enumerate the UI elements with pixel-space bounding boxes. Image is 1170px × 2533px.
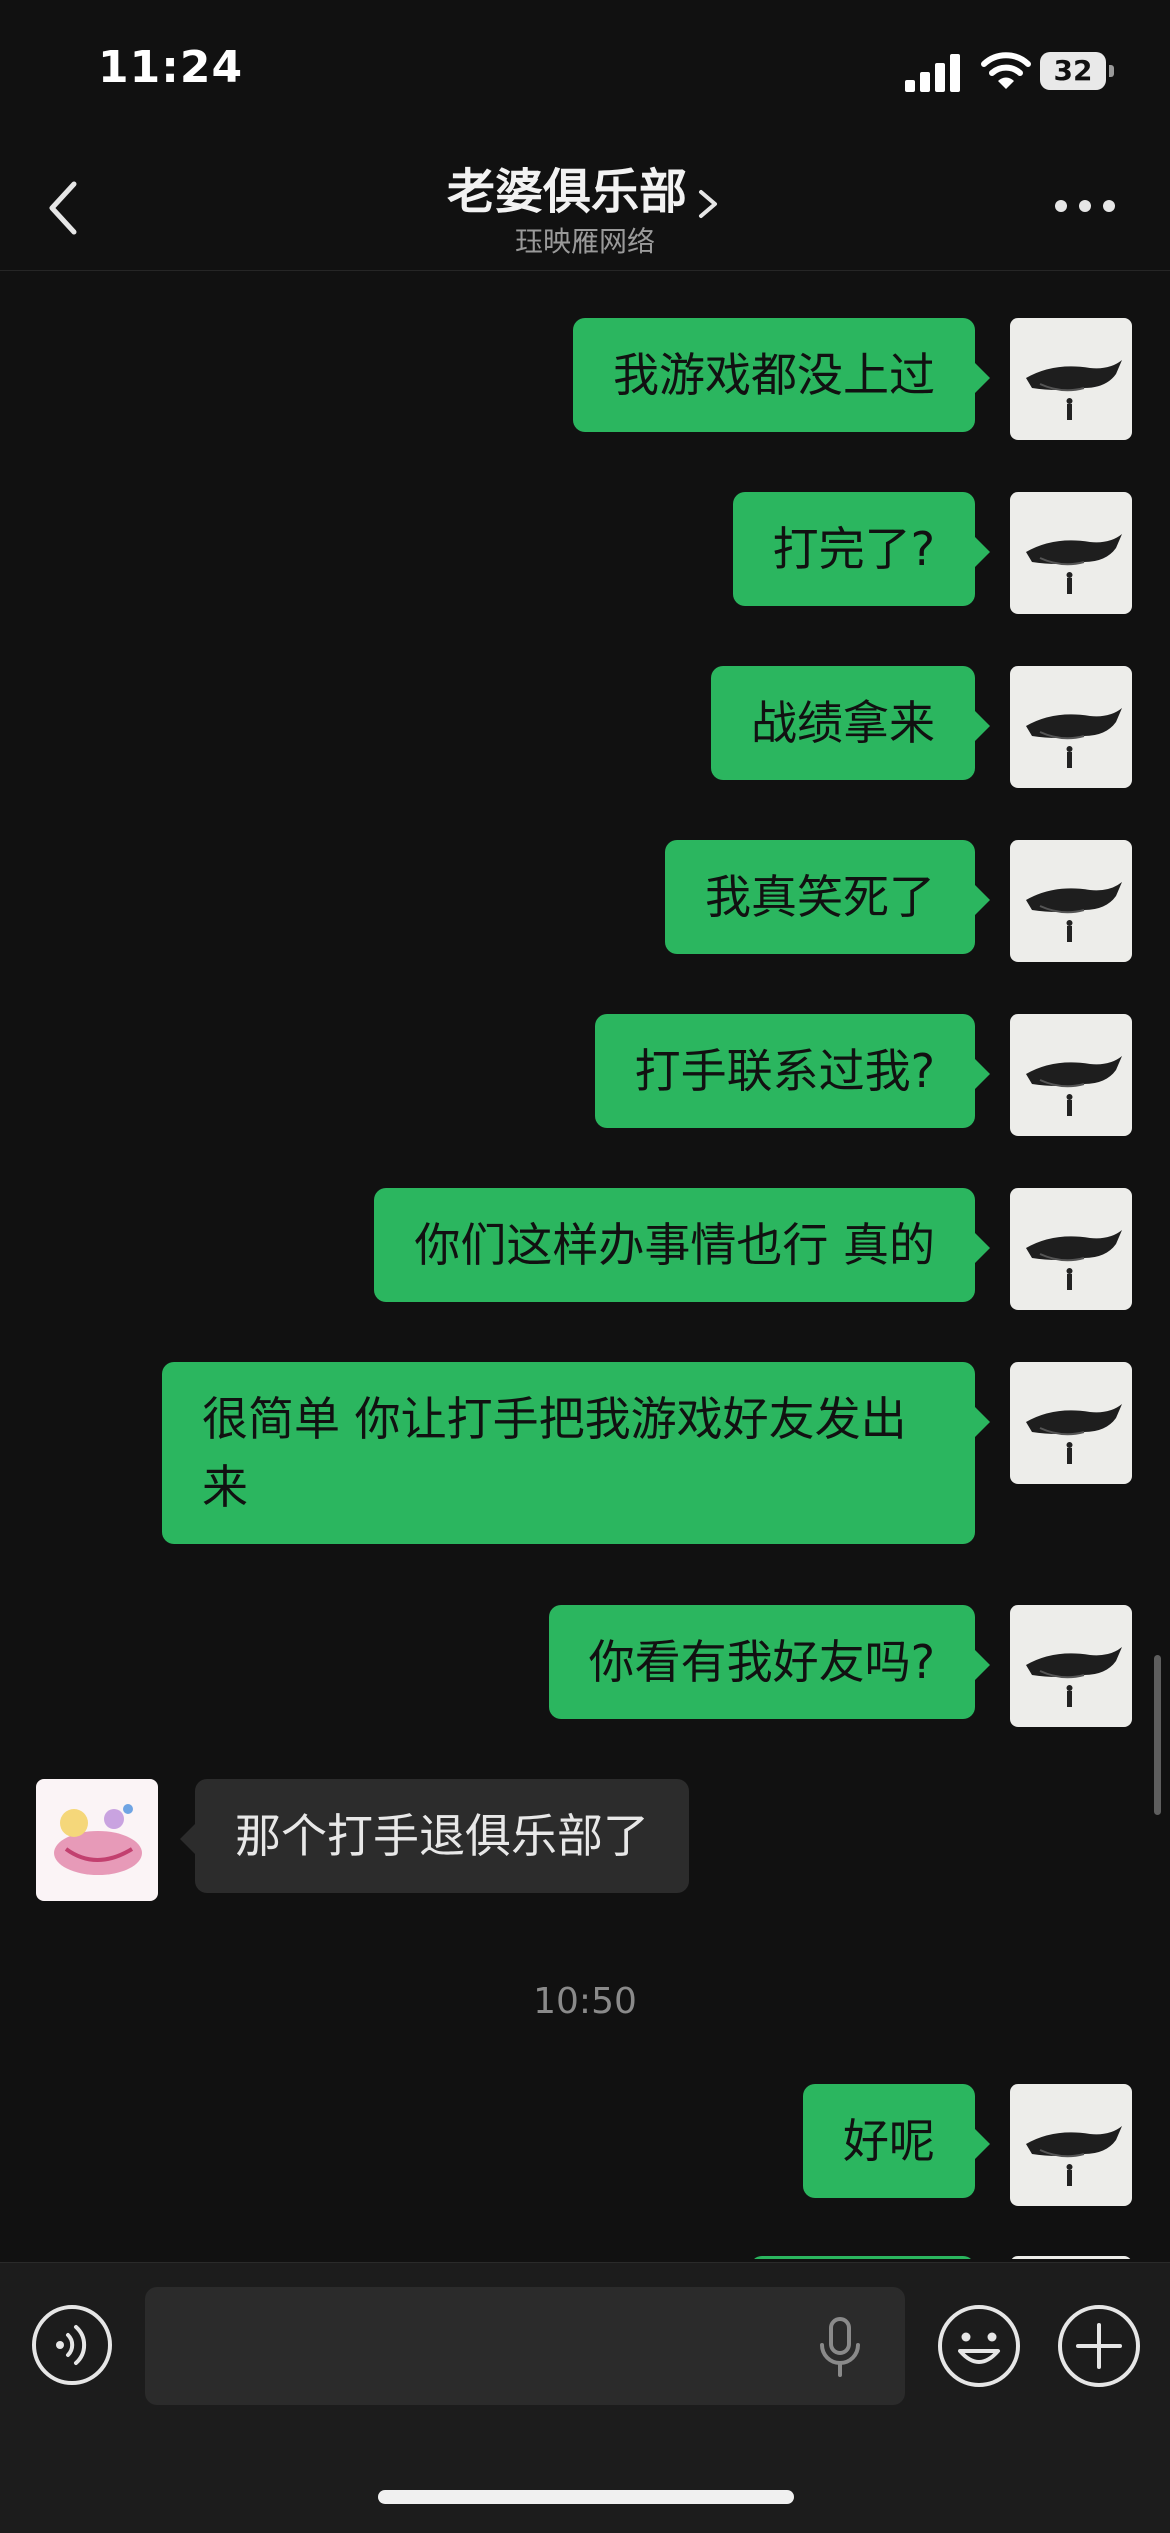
message-input[interactable] — [145, 2287, 905, 2405]
self-avatar[interactable] — [1010, 840, 1132, 962]
message-bubble[interactable]: 好呢 — [803, 2084, 990, 2198]
status-time: 11:24 — [98, 42, 244, 93]
self-avatar[interactable] — [1010, 1605, 1132, 1727]
battery-icon: 32 — [1040, 52, 1114, 90]
status-bar: 11:24 32 — [0, 0, 1170, 140]
microphone-icon[interactable] — [810, 2313, 870, 2383]
battery-level: 32 — [1040, 52, 1106, 90]
self-avatar[interactable] — [1010, 318, 1132, 440]
chevron-right-icon — [699, 189, 717, 218]
message-bubble[interactable]: 打完了? — [732, 492, 991, 606]
chat-title-group[interactable]: 老婆俱乐部 — [0, 152, 1170, 224]
ellipsis-icon[interactable] — [1055, 200, 1115, 216]
self-avatar[interactable] — [1010, 2084, 1132, 2206]
message-bubble[interactable]: 很简单 你让打手把我游戏好友发出来 — [162, 1362, 990, 1544]
message-bubble[interactable]: 战绩拿来 — [711, 666, 990, 780]
self-avatar[interactable] — [1010, 1188, 1132, 1310]
chat-title: 老婆俱乐部 — [446, 164, 687, 220]
self-avatar[interactable] — [1010, 492, 1132, 614]
message-bubble[interactable]: 你看有我好友吗? — [548, 1605, 991, 1719]
message-bubble[interactable]: 打手联系过我? — [594, 1014, 991, 1128]
message-bubble-partial[interactable] — [750, 2256, 975, 2259]
home-indicator[interactable] — [378, 2490, 794, 2504]
self-avatar-partial[interactable] — [1010, 2256, 1132, 2259]
message-bubble[interactable]: 我真笑死了 — [665, 840, 990, 954]
voice-mode-icon[interactable] — [30, 2303, 114, 2387]
signal-icon — [905, 52, 961, 92]
message-list[interactable]: 我游戏都没上过 打完了? 战绩拿来 我真笑死了 打手联系过我? 你们这样办事情也… — [0, 271, 1170, 2259]
self-avatar[interactable] — [1010, 1014, 1132, 1136]
message-timestamp: 10:50 — [533, 1981, 637, 2022]
self-avatar[interactable] — [1010, 1362, 1132, 1484]
scrollbar[interactable] — [1154, 1655, 1161, 1815]
emoji-icon[interactable] — [936, 2303, 1022, 2389]
self-avatar[interactable] — [1010, 666, 1132, 788]
wifi-icon — [981, 52, 1031, 89]
plus-icon[interactable] — [1056, 2303, 1142, 2389]
message-bubble[interactable]: 那个打手退俱乐部了 — [180, 1779, 689, 1893]
message-bubble[interactable]: 你们这样办事情也行 真的 — [374, 1188, 990, 1302]
message-bubble[interactable]: 我游戏都没上过 — [573, 318, 990, 432]
contact-avatar[interactable] — [36, 1779, 158, 1901]
chat-subtitle: 珏映雁网络 — [514, 225, 655, 258]
chat-header: 老婆俱乐部 珏映雁网络 — [0, 140, 1170, 271]
